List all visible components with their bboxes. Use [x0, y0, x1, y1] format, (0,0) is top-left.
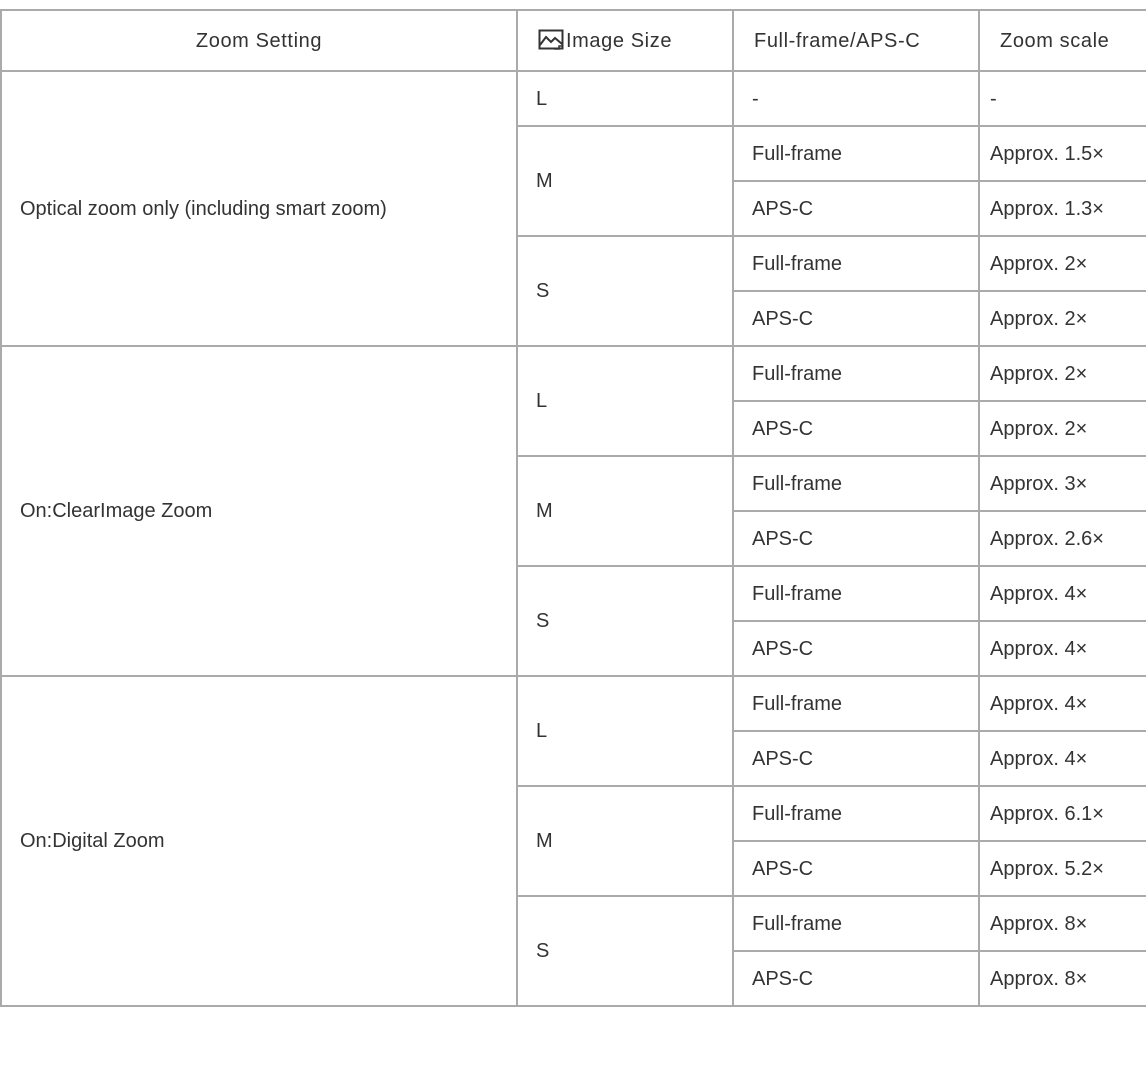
image-size-cell: M	[516, 785, 734, 897]
zoom-scale-cell: Approx. 4×	[978, 620, 1146, 677]
zoom-scale-cell: Approx. 5.2×	[978, 840, 1146, 897]
zoom-scale-cell: Approx. 8×	[978, 950, 1146, 1007]
image-size-icon	[538, 29, 564, 51]
zoom-scale-cell: Approx. 4×	[978, 730, 1146, 787]
header-zoom-setting: Zoom Setting	[0, 9, 518, 72]
table-row: On:ClearImage Zoom L Full-frame Approx. …	[0, 345, 1146, 677]
frame-cell: Full-frame	[732, 895, 980, 952]
zoom-scale-cell: Approx. 8×	[978, 895, 1146, 952]
frame-cell: -	[732, 70, 980, 127]
image-size-cell: S	[516, 235, 734, 347]
table-row: On:Digital Zoom L Full-frame Approx. 4×	[0, 675, 1146, 1007]
zoom-scale-cell: Approx. 6.1×	[978, 785, 1146, 842]
frame-cell: APS-C	[732, 730, 980, 787]
image-size-cell: L	[516, 675, 734, 787]
frame-cell: APS-C	[732, 510, 980, 567]
header-image-size-label: Image Size	[566, 29, 673, 52]
frame-cell: APS-C	[732, 400, 980, 457]
frame-cell: Full-frame	[732, 675, 980, 732]
image-size-cell: M	[516, 125, 734, 237]
frame-cell: Full-frame	[732, 455, 980, 512]
frame-cell: APS-C	[732, 840, 980, 897]
image-size-cell: S	[516, 895, 734, 1007]
zoom-scale-cell: Approx. 2×	[978, 345, 1146, 402]
zoom-scale-table: Zoom Setting Image Size Full-frame/APS-C…	[0, 9, 1146, 1007]
zoom-scale-cell: Approx. 1.3×	[978, 180, 1146, 237]
zoom-setting-cell: Optical zoom only (including smart zoom)	[0, 70, 518, 347]
frame-cell: Full-frame	[732, 345, 980, 402]
frame-cell: Full-frame	[732, 125, 980, 182]
zoom-scale-cell: -	[978, 70, 1146, 127]
zoom-scale-cell: Approx. 4×	[978, 675, 1146, 732]
zoom-setting-cell: On:Digital Zoom	[0, 675, 518, 1007]
zoom-scale-cell: Approx. 2.6×	[978, 510, 1146, 567]
table-header-row: Zoom Setting Image Size Full-frame/APS-C…	[0, 9, 1146, 72]
image-size-cell: S	[516, 565, 734, 677]
frame-cell: APS-C	[732, 950, 980, 1007]
image-size-cell: L	[516, 70, 734, 127]
zoom-scale-cell: Approx. 3×	[978, 455, 1146, 512]
image-size-cell: L	[516, 345, 734, 457]
image-size-cell: M	[516, 455, 734, 567]
table-row: Optical zoom only (including smart zoom)…	[0, 70, 1146, 347]
frame-cell: APS-C	[732, 620, 980, 677]
zoom-setting-cell: On:ClearImage Zoom	[0, 345, 518, 677]
zoom-scale-cell: Approx. 2×	[978, 235, 1146, 292]
frame-cell: APS-C	[732, 290, 980, 347]
header-image-size: Image Size	[516, 9, 734, 72]
zoom-scale-cell: Approx. 1.5×	[978, 125, 1146, 182]
header-frame: Full-frame/APS-C	[732, 9, 980, 72]
header-zoom-scale: Zoom scale	[978, 9, 1146, 72]
frame-cell: Full-frame	[732, 785, 980, 842]
zoom-scale-cell: Approx. 2×	[978, 400, 1146, 457]
frame-cell: Full-frame	[732, 235, 980, 292]
frame-cell: Full-frame	[732, 565, 980, 622]
zoom-scale-cell: Approx. 4×	[978, 565, 1146, 622]
zoom-scale-cell: Approx. 2×	[978, 290, 1146, 347]
frame-cell: APS-C	[732, 180, 980, 237]
